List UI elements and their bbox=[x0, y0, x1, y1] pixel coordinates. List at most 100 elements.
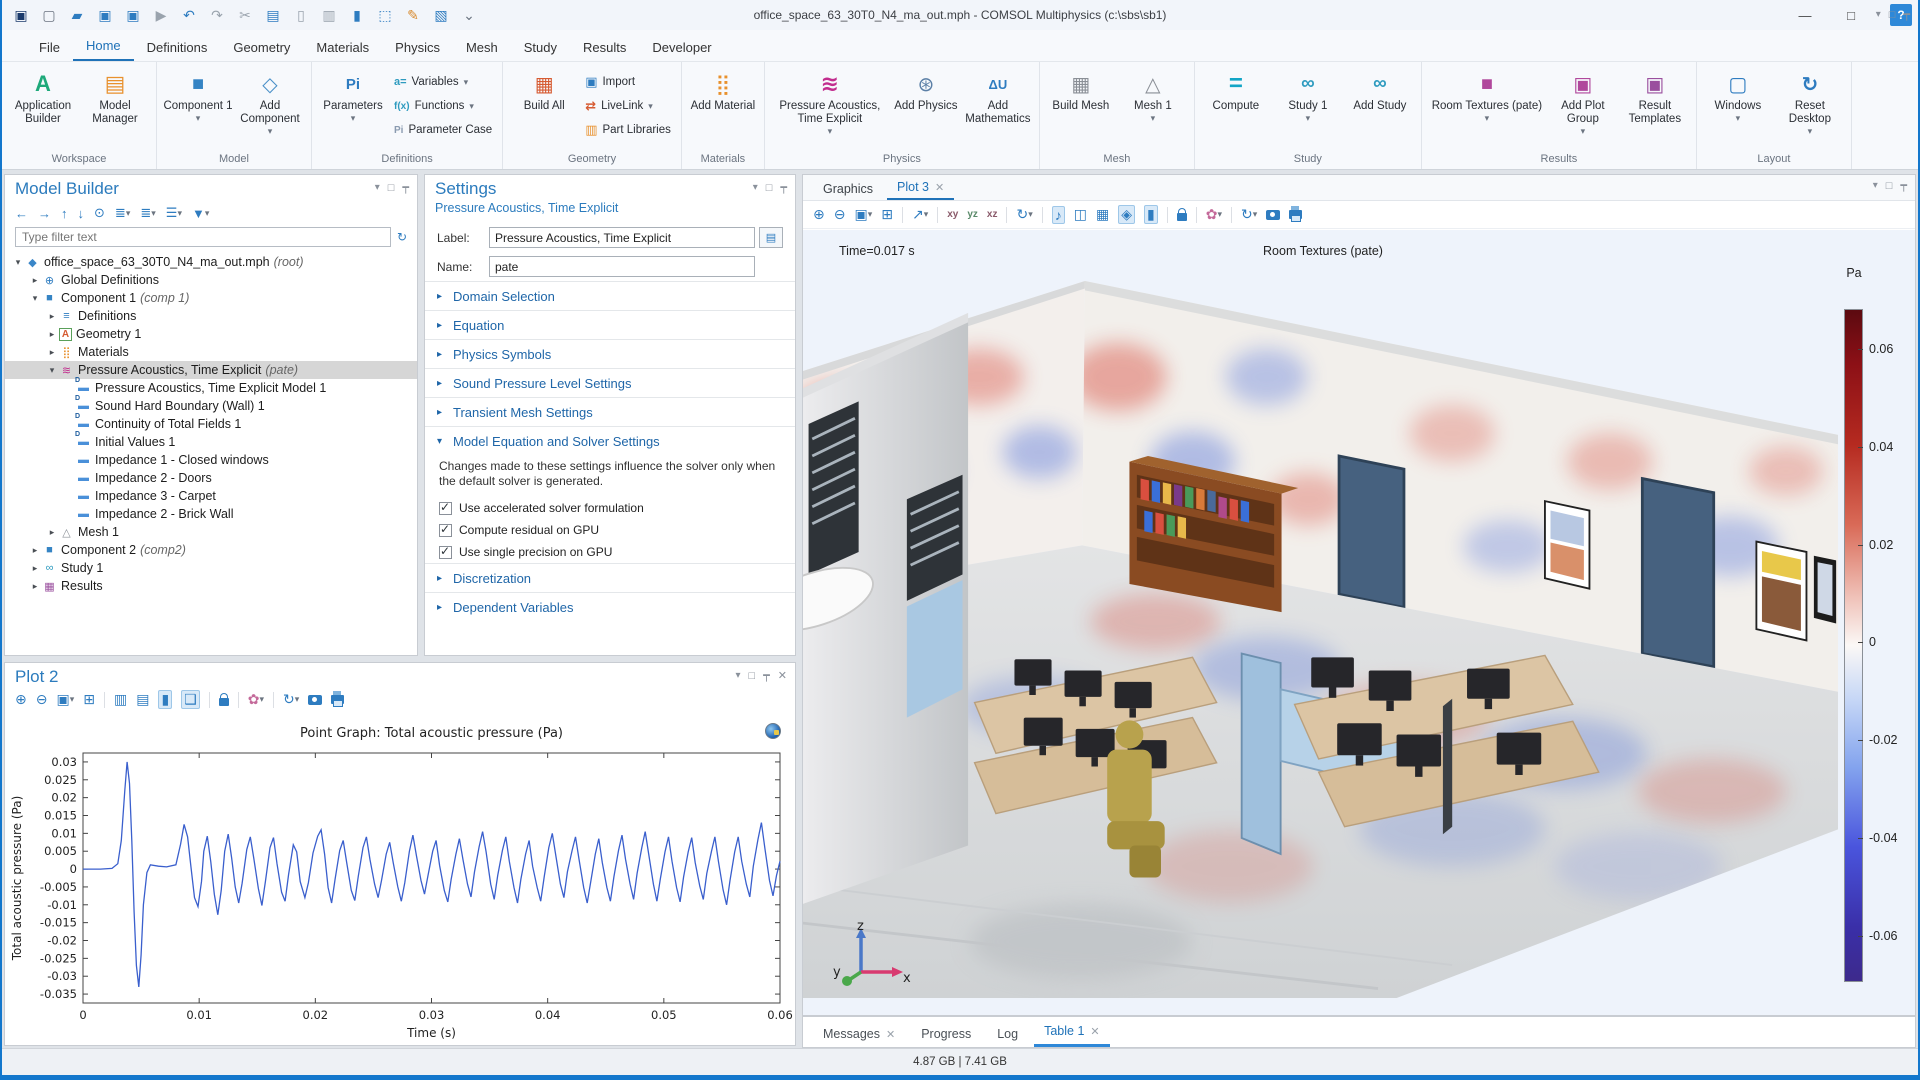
rename-icon[interactable]: ▤ bbox=[759, 227, 783, 248]
graphics-canvas[interactable]: Time=0.017 s Room Textures (pate) Pa 0.0… bbox=[803, 230, 1915, 1015]
customize-caret-button[interactable]: ⌄ bbox=[456, 4, 482, 26]
menu-physics[interactable]: Physics bbox=[382, 34, 453, 61]
menu-home[interactable]: Home bbox=[72, 32, 134, 61]
snapshot-button[interactable] bbox=[1266, 209, 1281, 220]
menu-geometry[interactable]: Geometry bbox=[220, 34, 303, 61]
tree-item[interactable]: ▬ D Continuity of Total Fields 1 bbox=[5, 413, 417, 433]
select-frame-button[interactable]: ⬚ bbox=[372, 4, 398, 26]
ribbon-room-textures-pate-button[interactable]: ■ Room Textures (pate) ▾ bbox=[1428, 66, 1546, 124]
zoom-extents-button[interactable]: ⊞ bbox=[881, 206, 893, 223]
menu-materials[interactable]: Materials bbox=[303, 34, 382, 61]
checkbox[interactable] bbox=[439, 544, 452, 559]
tree-expander-icon[interactable]: ▸ bbox=[47, 329, 57, 340]
color-legend-button[interactable]: ▮ bbox=[158, 690, 173, 709]
ribbon-add-material-button[interactable]: ⣿ Add Material bbox=[688, 66, 758, 113]
ribbon-build-mesh-button[interactable]: ▦ Build Mesh bbox=[1046, 66, 1116, 113]
tree-item[interactable]: ▸ A Geometry 1 bbox=[5, 325, 417, 343]
menu-caret-icon[interactable]: ▾ bbox=[1876, 8, 1881, 21]
tree-expander-icon[interactable]: ▾ bbox=[13, 257, 23, 268]
ribbon-result-templates-button[interactable]: ▣ Result Templates bbox=[1620, 66, 1690, 126]
tree-item[interactable]: ▬ Impedance 2 - Brick Wall bbox=[5, 505, 417, 523]
show-button[interactable]: ⊙ bbox=[94, 205, 105, 221]
print-button[interactable] bbox=[1289, 206, 1303, 222]
tab-messages[interactable]: Messages ✕ bbox=[813, 1021, 905, 1047]
snapshot-button[interactable] bbox=[308, 694, 323, 705]
play-sound-button[interactable]: ♪ bbox=[1051, 205, 1065, 224]
section-header-transient-mesh-settings[interactable]: ▸ Transient Mesh Settings bbox=[425, 397, 795, 426]
ribbon-reset-desktop-button[interactable]: ↻ Reset Desktop ▾ bbox=[1775, 66, 1845, 137]
filter-button[interactable]: ▼ ▾ bbox=[192, 206, 209, 221]
section-header-dependent-variables[interactable]: ▸ Dependent Variables bbox=[425, 592, 795, 621]
minimize-button[interactable]: — bbox=[1782, 0, 1828, 30]
ribbon-part-libraries-button[interactable]: ▥ Part Libraries bbox=[581, 118, 675, 142]
menu-study[interactable]: Study bbox=[511, 34, 570, 61]
ribbon-parameter-case-button[interactable]: Pi Parameter Case bbox=[390, 118, 496, 142]
menu-caret-icon[interactable]: ▾ bbox=[735, 669, 740, 682]
annotate-button[interactable]: ✎ bbox=[400, 4, 426, 26]
ribbon-study-1-button[interactable]: ∞ Study 1 ▾ bbox=[1273, 66, 1343, 124]
tab-log[interactable]: Log bbox=[987, 1021, 1028, 1047]
ribbon-variables-button[interactable]: a= Variables ▾ bbox=[390, 70, 496, 94]
print-button[interactable] bbox=[331, 691, 345, 707]
forward-arrow-button[interactable]: → bbox=[38, 206, 51, 221]
zoom-out-button[interactable]: ⊖ bbox=[36, 691, 48, 708]
copy-button[interactable]: ▤ bbox=[260, 4, 286, 26]
paste-button[interactable]: ▯ bbox=[288, 4, 314, 26]
tree-item[interactable]: ▾ ◆ office_space_63_30T0_N4_ma_out.mph (roo… bbox=[5, 253, 417, 271]
save-button[interactable]: ▣ bbox=[92, 4, 118, 26]
tree-item[interactable]: ▸ ⣿ Materials bbox=[5, 343, 417, 361]
ribbon-model-manager-button[interactable]: ▤ Model Manager bbox=[80, 66, 150, 126]
tab-progress[interactable]: Progress bbox=[911, 1021, 981, 1047]
preview-button[interactable]: ▧ bbox=[428, 4, 454, 26]
tree-item[interactable]: ▬ D Sound Hard Boundary (Wall) 1 bbox=[5, 395, 417, 415]
ribbon-functions-button[interactable]: f(x) Functions ▾ bbox=[390, 94, 496, 118]
tree-expander-icon[interactable]: ▾ bbox=[30, 293, 40, 304]
pin-icon[interactable]: ┯ bbox=[763, 669, 770, 682]
section-header-sound-pressure-level-settings[interactable]: ▸ Sound Pressure Level Settings bbox=[425, 368, 795, 397]
undo-button[interactable]: ↶ bbox=[176, 4, 202, 26]
checkbox[interactable] bbox=[439, 522, 452, 537]
tab-graphics[interactable]: Graphics bbox=[813, 178, 883, 200]
menu-mesh[interactable]: Mesh bbox=[453, 34, 511, 61]
menu-developer[interactable]: Developer bbox=[639, 34, 724, 61]
tree-expander-icon[interactable]: ▸ bbox=[30, 545, 40, 556]
move-down-button[interactable]: ↓ bbox=[78, 206, 85, 221]
color-palette-button[interactable]: ✿ ▾ bbox=[1206, 206, 1222, 223]
tree-item[interactable]: ▸ ▦ Results bbox=[5, 577, 417, 595]
update-button[interactable]: ↻ ▾ bbox=[283, 691, 299, 708]
model-tree-node-button[interactable]: ☰ ▾ bbox=[166, 205, 182, 221]
pin-icon[interactable]: ┯ bbox=[780, 181, 787, 194]
close-tab-icon[interactable]: ✕ bbox=[935, 181, 944, 194]
pin-icon[interactable]: ┯ bbox=[402, 181, 409, 194]
menu-caret-icon[interactable]: ▾ bbox=[375, 181, 380, 194]
transparency-button[interactable]: ◫ bbox=[1074, 206, 1087, 223]
float-icon[interactable]: □ bbox=[766, 181, 773, 194]
maximize-button[interactable]: □ bbox=[1828, 0, 1874, 30]
tree-item[interactable]: ▸ ∞ Study 1 bbox=[5, 559, 417, 577]
tree-expander-icon[interactable]: ▸ bbox=[30, 275, 40, 286]
float-icon[interactable]: □ bbox=[749, 669, 756, 682]
ribbon-build-all-button[interactable]: ▦ Build All bbox=[509, 66, 579, 113]
point-graph-chart[interactable]: Point Graph: Total acoustic pressure (Pa… bbox=[5, 715, 795, 1045]
tab-table-1[interactable]: Table 1 ✕ bbox=[1034, 1018, 1110, 1047]
section-header-model-equation-and-solver-settings[interactable]: ▾ Model Equation and Solver Settings bbox=[425, 426, 795, 455]
color-palette-button[interactable]: ✿ ▾ bbox=[248, 691, 264, 708]
pin-icon[interactable]: ┯ bbox=[1903, 8, 1910, 21]
run-button[interactable]: ▶ bbox=[148, 4, 174, 26]
scene-light-button[interactable]: ◈ bbox=[1118, 205, 1135, 224]
section-header-equation[interactable]: ▸ Equation bbox=[425, 310, 795, 339]
zoom-box-button[interactable]: ▣ ▾ bbox=[56, 691, 74, 708]
float-icon[interactable]: □ bbox=[1886, 179, 1893, 192]
menu-results[interactable]: Results bbox=[570, 34, 639, 61]
ribbon-mesh-1-button[interactable]: △ Mesh 1 ▾ bbox=[1118, 66, 1188, 124]
tree-expander-icon[interactable]: ▸ bbox=[30, 563, 40, 574]
label-field-input[interactable] bbox=[489, 227, 755, 248]
tree-item[interactable]: ▸ △ Mesh 1 bbox=[5, 523, 417, 541]
float-icon[interactable]: □ bbox=[1889, 8, 1896, 21]
redo-button[interactable]: ↷ bbox=[204, 4, 230, 26]
tree-expander-icon[interactable]: ▾ bbox=[47, 365, 57, 376]
name-field-input[interactable] bbox=[489, 256, 755, 277]
ribbon-pressure-acoustics-time-explicit-button[interactable]: ≋ Pressure Acoustics, Time Explicit ▾ bbox=[771, 66, 889, 137]
zoom-extents-button[interactable]: ⊞ bbox=[83, 691, 95, 708]
close-tab-icon[interactable]: ✕ bbox=[886, 1028, 895, 1041]
